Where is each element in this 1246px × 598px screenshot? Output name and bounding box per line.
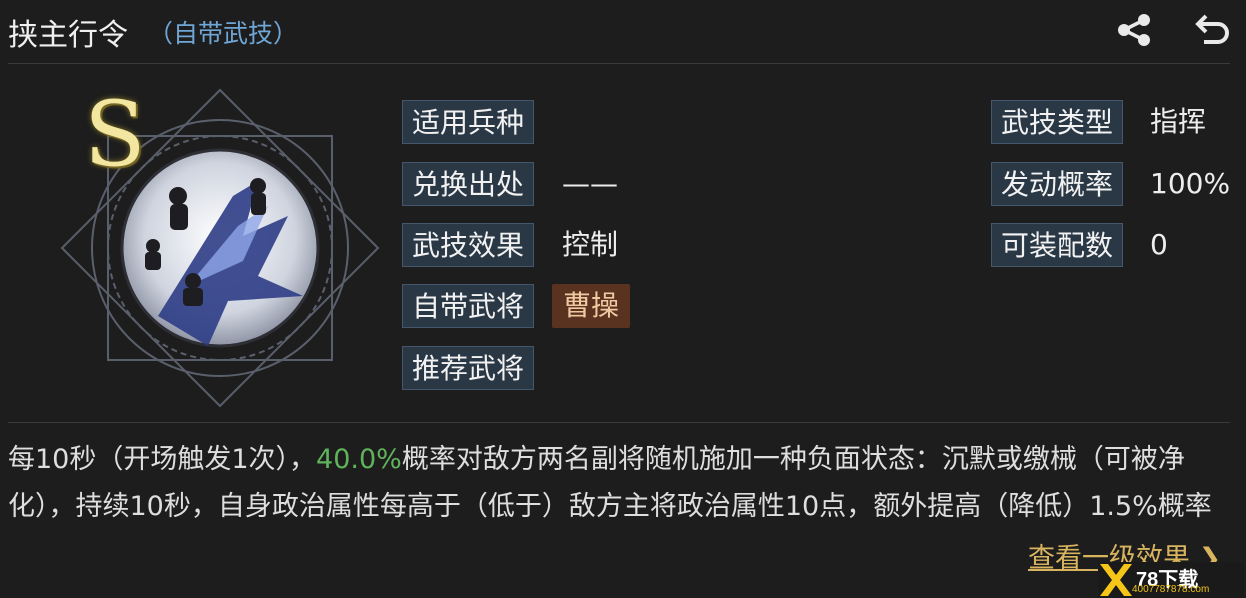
value-equip-count: 0 bbox=[1150, 228, 1168, 261]
page-subtitle: （自带武技） bbox=[148, 19, 299, 48]
value-trigger-rate: 100% bbox=[1150, 167, 1231, 200]
value-source: —— bbox=[562, 167, 618, 200]
general-tag-caocao[interactable]: 曹操 bbox=[552, 284, 630, 328]
label-troop-type: 适用兵种 bbox=[402, 100, 534, 144]
label-source: 兑换出处 bbox=[402, 162, 534, 206]
value-skill-type: 指挥 bbox=[1150, 105, 1207, 138]
label-recommended: 推荐武将 bbox=[402, 346, 534, 390]
description-part1: 每10秒（开场触发1次）， bbox=[8, 444, 317, 475]
skill-description: 每10秒（开场触发1次），40.0%概率对敌方两名副将随机施加一种负面状态：沉默… bbox=[8, 436, 1218, 530]
header-divider bbox=[8, 63, 1230, 64]
label-effect: 武技效果 bbox=[402, 223, 534, 267]
watermark-url: 4007787878.com bbox=[1132, 584, 1210, 595]
value-effect: 控制 bbox=[562, 228, 619, 261]
header: 挟主行令 （自带武技） bbox=[0, 0, 1246, 62]
label-trigger-rate: 发动概率 bbox=[991, 162, 1123, 206]
label-equip-count: 可装配数 bbox=[991, 223, 1123, 267]
label-own-general: 自带武将 bbox=[402, 284, 534, 328]
label-skill-type: 武技类型 bbox=[991, 100, 1123, 144]
section-divider bbox=[8, 422, 1230, 423]
page-title: 挟主行令 bbox=[8, 18, 128, 53]
description-highlight: 40.0% bbox=[316, 444, 402, 475]
back-icon[interactable] bbox=[1192, 12, 1232, 48]
share-icon[interactable] bbox=[1114, 12, 1154, 48]
grade-letter: S bbox=[84, 82, 146, 187]
